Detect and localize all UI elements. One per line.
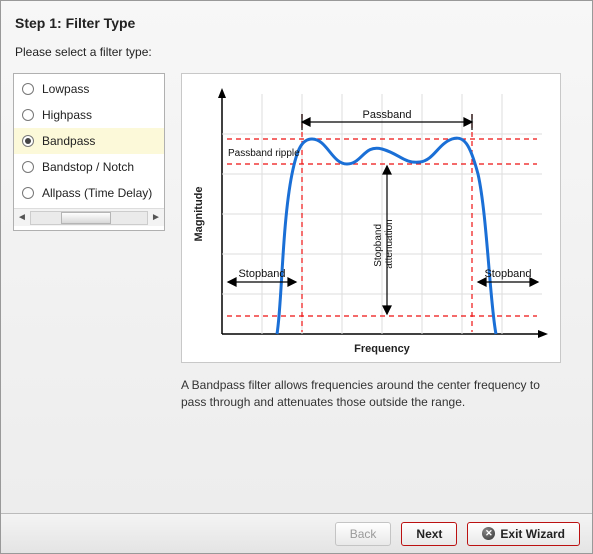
scroll-left-icon[interactable]: ◄	[14, 212, 30, 223]
back-button: Back	[335, 522, 392, 546]
filter-option-allpass[interactable]: Allpass (Time Delay)	[14, 180, 164, 206]
chart-anno-passband: Passband	[363, 109, 412, 121]
filter-type-list: Lowpass Highpass Bandpass Bandstop / Not…	[13, 73, 165, 231]
radio-icon	[22, 135, 34, 147]
chart-anno-stopband-right: Stopband	[484, 268, 531, 280]
exit-wizard-button[interactable]: ✕ Exit Wizard	[467, 522, 580, 546]
content-area: Step 1: Filter Type Please select a filt…	[1, 1, 592, 411]
button-bar: Back Next ✕ Exit Wizard	[1, 513, 592, 553]
filter-option-highpass[interactable]: Highpass	[14, 102, 164, 128]
chart-xlabel: Frequency	[354, 343, 411, 355]
scroll-track[interactable]	[30, 211, 148, 225]
filter-option-label: Allpass (Time Delay)	[42, 186, 152, 200]
chart-anno-stopband-left: Stopband	[238, 268, 285, 280]
button-label: Next	[416, 527, 442, 541]
scroll-right-icon[interactable]: ►	[148, 212, 164, 223]
filter-response-chart: Passband Passband ripple Stopband	[181, 73, 561, 363]
close-icon: ✕	[482, 527, 495, 540]
chart-ylabel: Magnitude	[193, 187, 205, 242]
filter-option-label: Lowpass	[42, 82, 89, 96]
filter-option-label: Highpass	[42, 108, 92, 122]
radio-icon	[22, 109, 34, 121]
radio-icon	[22, 161, 34, 173]
prompt-text: Please select a filter type:	[15, 45, 580, 59]
main-row: Lowpass Highpass Bandpass Bandstop / Not…	[13, 73, 580, 411]
chart-anno-attenuation: Stopband attenuation	[373, 219, 395, 269]
wizard-dialog: Step 1: Filter Type Please select a filt…	[0, 0, 593, 554]
filter-option-label: Bandpass	[42, 134, 95, 148]
filter-option-bandpass[interactable]: Bandpass	[14, 128, 164, 154]
button-label: Back	[350, 527, 377, 541]
next-button[interactable]: Next	[401, 522, 457, 546]
filter-description: A Bandpass filter allows frequencies aro…	[181, 377, 551, 411]
filter-option-lowpass[interactable]: Lowpass	[14, 76, 164, 102]
button-label: Exit Wizard	[500, 527, 565, 541]
filter-option-label: Bandstop / Notch	[42, 160, 134, 174]
chart-anno-ripple: Passband ripple	[228, 148, 300, 159]
scroll-thumb[interactable]	[61, 212, 111, 224]
horizontal-scrollbar[interactable]: ◄ ►	[14, 208, 164, 226]
step-title: Step 1: Filter Type	[15, 15, 580, 31]
radio-icon	[22, 187, 34, 199]
filter-option-bandstop[interactable]: Bandstop / Notch	[14, 154, 164, 180]
right-column: Passband Passband ripple Stopband	[181, 73, 561, 411]
radio-icon	[22, 83, 34, 95]
